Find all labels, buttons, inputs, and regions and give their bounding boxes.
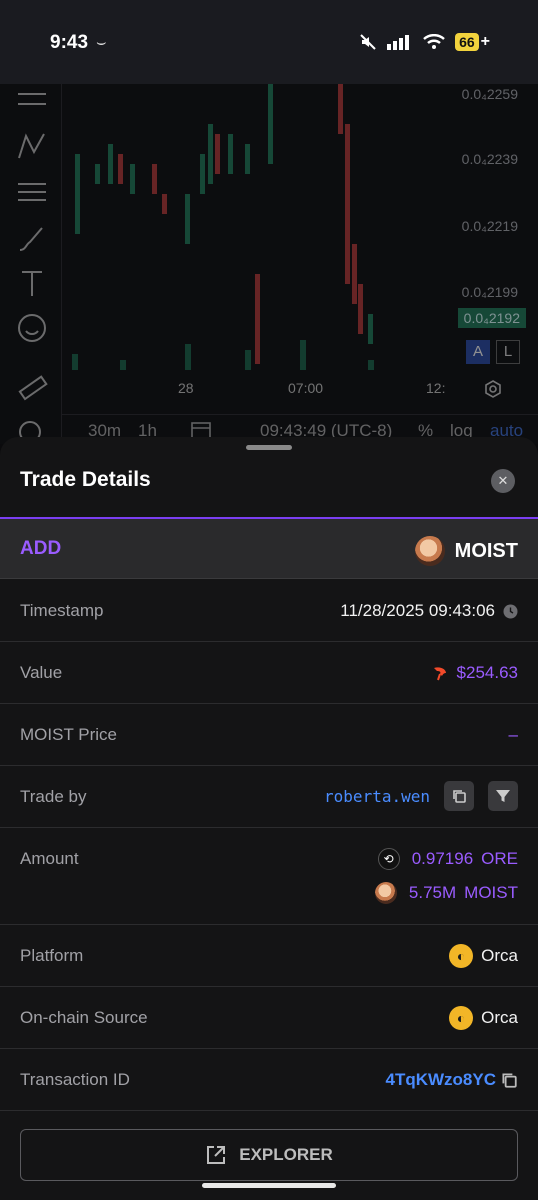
trader-link[interactable]: roberta.wen	[324, 787, 430, 806]
auto-scale-button[interactable]: A	[466, 340, 490, 364]
token-symbol: MOIST	[454, 539, 518, 562]
moist-amount-wrap: 5.75M MOIST	[374, 882, 518, 904]
price-value: –	[508, 725, 518, 744]
filter-icon	[496, 790, 510, 802]
txid-wrap[interactable]: 4TqKWzo8YC	[386, 1070, 519, 1090]
source-label: On-chain Source	[20, 1008, 148, 1027]
filter-trader-button[interactable]	[488, 781, 518, 811]
time-axis-label: 12:	[426, 380, 446, 396]
value-row: Value $254.63	[0, 642, 538, 704]
trade-token: MOIST	[414, 536, 518, 566]
source-value: Orca	[481, 1008, 518, 1027]
status-icons: 66 +	[359, 33, 490, 51]
trader-wrap: roberta.wen	[324, 781, 518, 811]
time-axis-label: 07:00	[288, 380, 324, 396]
close-button[interactable]: ✕	[491, 469, 515, 493]
close-icon: ✕	[497, 473, 509, 488]
trade-details-sheet: Trade Details ✕ ADD MOIST Timestamp 11/2…	[0, 437, 538, 1200]
status-bar: 9:43 ⌣ 66 +	[0, 0, 538, 84]
platform-row: Platform ◐ Orca	[0, 925, 538, 987]
price-label: 0.0₄2259	[461, 86, 518, 102]
sheet-title: Trade Details	[20, 468, 151, 491]
txid-row: Transaction ID 4TqKWzo8YC	[0, 1049, 538, 1111]
price-label: 0.0₄2199	[461, 284, 518, 300]
platform-wrap: ◐ Orca	[449, 944, 518, 968]
source-wrap: ◐ Orca	[449, 1006, 518, 1030]
candles	[72, 84, 374, 370]
home-indicator[interactable]	[202, 1183, 336, 1188]
price-label: 0.0₄2219	[461, 218, 518, 234]
trade-value: $254.63	[456, 663, 518, 682]
current-price-tag: 0.0₄2192	[457, 308, 526, 328]
trader-label: Trade by	[20, 787, 87, 806]
trade-type-label: ADD	[20, 538, 62, 559]
copy-address-button[interactable]	[444, 781, 474, 811]
token-avatar-icon	[414, 536, 445, 566]
ore-token-icon: ⟲	[377, 848, 400, 870]
moist-token-icon	[374, 882, 397, 904]
settings-icon[interactable]	[484, 380, 502, 398]
signal-icon	[387, 35, 410, 50]
copy-icon	[453, 790, 466, 803]
status-time: 9:43	[50, 32, 89, 53]
charging-icon: +	[480, 33, 490, 50]
shrimp-icon	[433, 667, 446, 681]
copy-icon[interactable]	[500, 1071, 518, 1089]
explorer-label: EXPLORER	[239, 1145, 333, 1164]
price-label: 0.0₄2239	[461, 151, 518, 167]
ore-amount-wrap: ⟲ 0.97196 ORE	[377, 848, 518, 870]
log-scale-button[interactable]: L	[496, 340, 520, 364]
orca-icon: ◐	[449, 1006, 474, 1030]
ore-amount: 0.97196	[411, 849, 474, 868]
timestamp-label: Timestamp	[20, 601, 104, 620]
value-label: Value	[20, 663, 63, 682]
sheet-grabber[interactable]	[246, 445, 292, 450]
time-axis-label: 28	[178, 380, 194, 396]
amount-label: Amount	[20, 849, 79, 868]
amount-row: Amount ⟲ 0.97196 ORE 5.75M MOIST	[0, 828, 538, 925]
activity-icon: ⌣	[96, 34, 107, 51]
timestamp-value-wrap: 11/28/2025 09:43:06	[340, 601, 518, 621]
timestamp-value: 11/28/2025 09:43:06	[340, 601, 495, 620]
clock-icon	[503, 604, 518, 618]
txid-link[interactable]: 4TqKWzo8YC	[386, 1070, 497, 1090]
wifi-icon	[423, 34, 445, 49]
price-chart: 0.0₄2259 0.0₄2239 0.0₄2219 0.0₄2199 0.0₄…	[0, 84, 538, 444]
battery-level: 66	[455, 33, 479, 51]
trader-row: Trade by roberta.wen	[0, 766, 538, 828]
value-wrap: $254.63	[431, 663, 518, 683]
moist-amount: 5.75M	[408, 883, 457, 902]
orca-icon: ◐	[449, 944, 474, 968]
platform-value: Orca	[481, 946, 518, 965]
explorer-button[interactable]: EXPLORER	[20, 1129, 518, 1181]
price-label: MOIST Price	[20, 725, 117, 744]
ore-symbol: ORE	[481, 849, 518, 868]
moist-symbol: MOIST	[464, 883, 518, 902]
txid-label: Transaction ID	[20, 1070, 130, 1089]
platform-label: Platform	[20, 946, 84, 965]
timestamp-row: Timestamp 11/28/2025 09:43:06	[0, 580, 538, 642]
mute-icon	[360, 34, 376, 50]
external-link-icon	[207, 1146, 226, 1164]
source-row: On-chain Source ◐ Orca	[0, 987, 538, 1049]
trade-type-row: ADD MOIST	[0, 517, 538, 579]
price-row: MOIST Price –	[0, 704, 538, 766]
